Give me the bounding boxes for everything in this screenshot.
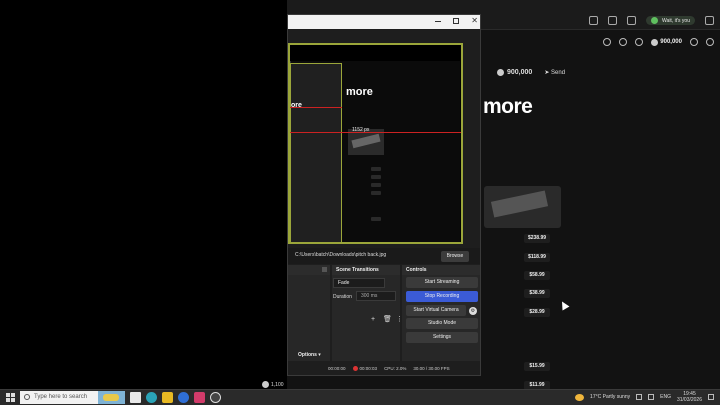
sources-dock-header — [288, 265, 330, 275]
coin-icon — [262, 381, 269, 388]
nested-obs-window: ore — [290, 63, 342, 242]
taskbar: Type here to search 17°C Partly sunny EN… — [0, 389, 720, 405]
share-icon[interactable] — [589, 16, 598, 25]
bottom-balance: 1,100 — [262, 381, 284, 388]
taskbar-apps — [130, 392, 221, 403]
nested-price — [371, 191, 381, 195]
obs-icon[interactable] — [210, 392, 221, 403]
status-bar: 00:00:00 00:00:03 CPU: 2.0% 30.00 / 30.0… — [328, 366, 450, 371]
price-tag[interactable]: $118.99 — [524, 253, 550, 262]
price-tag[interactable]: $11.99 — [524, 381, 550, 389]
options-button[interactable]: Options ▾ — [298, 352, 321, 358]
start-streaming-button[interactable]: Start Streaming — [406, 277, 478, 288]
dock-title: Controls — [402, 265, 480, 275]
cpu-usage: CPU: 2.0% — [384, 366, 407, 371]
account-icon[interactable] — [706, 38, 714, 46]
price-tag[interactable]: $38.99 — [524, 289, 550, 298]
desktop-black-area — [0, 0, 287, 389]
nav-balance[interactable]: 900,000 — [651, 38, 682, 46]
dock-float-icon[interactable] — [322, 267, 327, 272]
task-view-icon[interactable] — [130, 392, 141, 403]
studio-mode-button[interactable]: Studio Mode — [406, 318, 478, 329]
search-highlight-image[interactable] — [98, 391, 125, 404]
nested-price — [371, 175, 381, 179]
nested-price — [371, 167, 381, 171]
add-icon[interactable]: + — [370, 316, 376, 323]
gear-icon[interactable]: ⚙ — [469, 307, 477, 315]
download-icon[interactable] — [603, 38, 612, 46]
balance-display: 900,000 — [497, 69, 532, 76]
stream-time: 00:00:00 — [328, 366, 346, 371]
weather-icon[interactable] — [575, 393, 585, 401]
clock[interactable]: 19:45 31/03/2026 — [677, 391, 702, 403]
record-dot-icon — [352, 366, 358, 371]
edge-icon[interactable] — [146, 392, 157, 403]
notifications-icon[interactable] — [708, 394, 714, 400]
delete-icon[interactable]: 🗑 — [383, 316, 392, 323]
duration-input[interactable]: 300 ms — [356, 291, 396, 301]
fps-readout: 30.00 / 30.00 FPS — [413, 366, 450, 371]
price-tag[interactable]: $58.99 — [524, 271, 550, 280]
clock-date: 31/03/2026 — [676, 397, 702, 403]
price-tag[interactable]: $28.99 — [524, 308, 550, 317]
transition-select[interactable]: Fade — [333, 278, 385, 288]
nested-heading: more — [346, 86, 373, 98]
file-explorer-icon[interactable] — [162, 392, 173, 403]
site-nav: 900,000 — [603, 38, 714, 46]
guide-line — [290, 132, 461, 133]
settings-icon[interactable] — [690, 38, 698, 46]
system-tray: 17°C Partly sunny ENG 19:45 31/03/2026 — [575, 391, 714, 403]
nested-price — [371, 217, 381, 221]
minimize-icon[interactable] — [435, 18, 442, 22]
page-heading: more — [483, 95, 533, 118]
duration-label: Duration — [333, 294, 352, 300]
coin-icon — [651, 38, 659, 46]
price-tag[interactable]: $15.99 — [524, 362, 550, 371]
close-icon[interactable]: ✕ — [471, 17, 478, 25]
coordinate-label: 1152 px — [352, 127, 370, 133]
image-path: C:\Users\batch\Downloads\pitch back.jpg — [295, 252, 387, 258]
item-card-image[interactable] — [484, 186, 561, 228]
collections-icon[interactable] — [627, 16, 636, 25]
windows-start-icon[interactable] — [6, 393, 15, 402]
guide-line — [290, 107, 342, 108]
obs-title-bar[interactable]: ✕ — [288, 15, 480, 29]
settings-button[interactable]: Settings — [406, 332, 478, 343]
stop-recording-button[interactable]: Stop Recording — [406, 291, 478, 302]
price-tag[interactable]: $238.99 — [524, 234, 550, 243]
search-icon — [24, 394, 30, 400]
balance-row: 900,000 ➤ Send — [497, 69, 565, 76]
window-controls: ✕ — [435, 17, 478, 25]
coin-icon — [497, 69, 504, 76]
more-icon[interactable]: ⋮ — [396, 316, 403, 323]
browse-button[interactable]: Browse — [441, 251, 469, 262]
language-indicator[interactable]: ENG — [660, 394, 671, 400]
browser-icon[interactable] — [178, 392, 189, 403]
menu-icon[interactable] — [705, 16, 714, 25]
user-icon[interactable] — [619, 38, 628, 46]
transition-tools: + 🗑 ⋮ — [370, 316, 403, 323]
network-icon[interactable] — [636, 394, 643, 400]
profile-label: Wait, it's you — [662, 17, 690, 24]
obs-preview[interactable]: ore more 1152 px — [288, 43, 463, 244]
sources-dock — [288, 265, 330, 361]
nested-price — [371, 183, 381, 187]
image-path-row: C:\Users\batch\Downloads\pitch back.jpg … — [288, 248, 480, 264]
weather-text[interactable]: 17°C Partly sunny — [590, 394, 630, 400]
obs-window: ✕ ore more 1152 px C:\Users\batch\Downlo… — [287, 14, 481, 376]
chat-icon[interactable] — [635, 38, 644, 46]
browser-toolbar-icons: Wait, it's you — [589, 16, 714, 25]
avatar — [651, 17, 658, 24]
send-button[interactable]: ➤ Send — [544, 69, 565, 76]
start-virtual-camera-button[interactable]: Start Virtual Camera — [406, 305, 466, 316]
profile-button[interactable]: Wait, it's you — [646, 16, 695, 25]
volume-icon[interactable] — [648, 394, 655, 400]
dock-title: Scene Transitions — [332, 265, 400, 275]
extensions-icon[interactable] — [608, 16, 617, 25]
app-icon[interactable] — [194, 392, 205, 403]
maximize-icon[interactable] — [453, 18, 460, 24]
rec-status: 00:00:03 — [352, 366, 377, 371]
